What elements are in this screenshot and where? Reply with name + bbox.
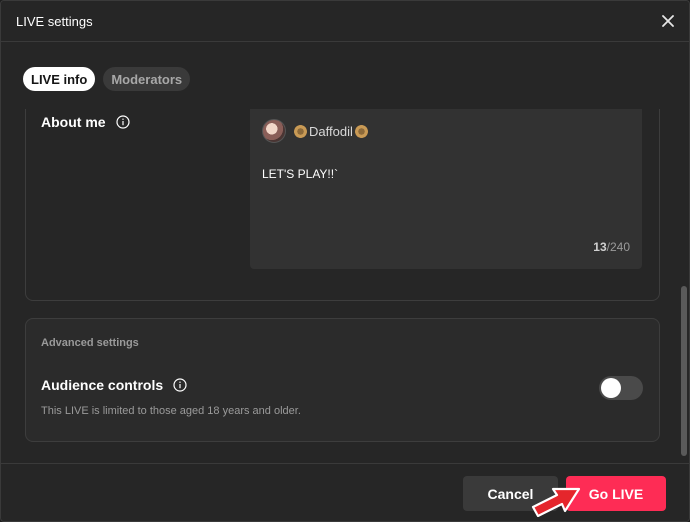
pointer-arrow-icon: [531, 487, 581, 517]
about-me-label: About me: [41, 114, 130, 130]
close-button[interactable]: [657, 10, 679, 32]
audience-controls-description: This LIVE is limited to those aged 18 ye…: [41, 405, 301, 417]
bio-text: LET'S PLAY!!`: [262, 167, 339, 181]
username-wrap: Daffodil: [294, 124, 368, 139]
close-icon: [662, 15, 674, 27]
info-icon[interactable]: [115, 115, 130, 129]
audience-controls-toggle[interactable]: [599, 376, 643, 400]
avatar: [262, 119, 286, 143]
bio-textarea[interactable]: Daffodil LET'S PLAY!!` 13/240: [250, 109, 642, 269]
dialog-title: LIVE settings: [16, 14, 93, 29]
audience-controls-label: Audience controls: [41, 377, 187, 393]
flower-emoji-icon: [354, 124, 368, 138]
flower-emoji-icon: [294, 124, 307, 138]
bio-author: Daffodil: [262, 119, 368, 143]
scroll-content[interactable]: About me Daffodil LET'S PLAY!!` 13/240 A…: [1, 109, 689, 463]
counter-max: /240: [606, 240, 630, 254]
tab-moderators[interactable]: Moderators: [103, 67, 191, 91]
counter-current: 13: [593, 240, 607, 254]
tab-bar: LIVE info Moderators: [23, 67, 191, 91]
about-me-text: About me: [41, 114, 106, 130]
audience-controls-text: Audience controls: [41, 377, 164, 393]
live-settings-dialog: LIVE settings LIVE info Moderators About…: [0, 0, 690, 522]
tab-live-info[interactable]: LIVE info: [23, 67, 96, 91]
advanced-settings-card: Advanced settings Audience controls This…: [25, 318, 660, 442]
character-counter: 13/240: [593, 240, 630, 254]
advanced-settings-title: Advanced settings: [41, 337, 139, 349]
username: Daffodil: [309, 123, 353, 139]
scrollbar-thumb[interactable]: [681, 286, 687, 456]
toggle-knob: [601, 378, 621, 398]
title-bar: LIVE settings: [1, 1, 689, 42]
info-icon[interactable]: [173, 378, 187, 392]
